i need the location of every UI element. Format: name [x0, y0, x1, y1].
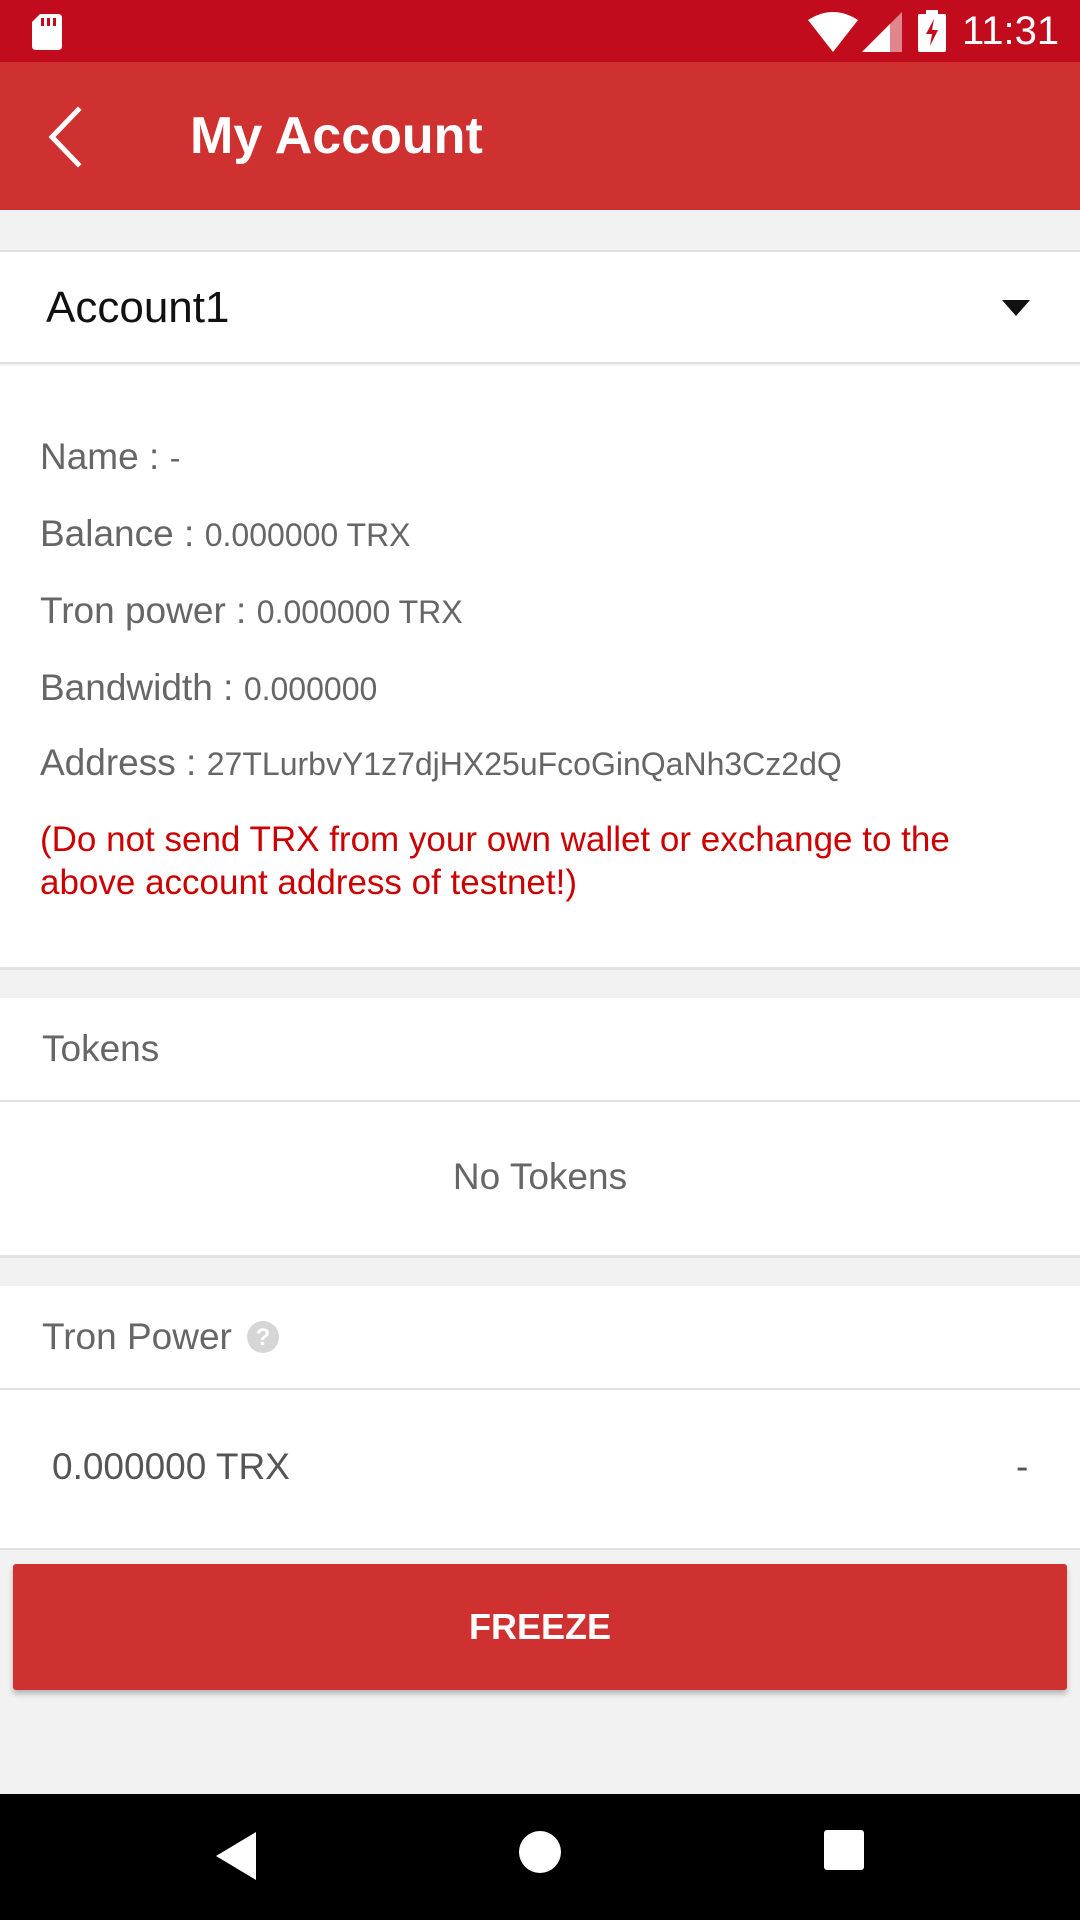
bandwidth-value: 0.000000 [243, 671, 378, 707]
tron-power-value: 0.000000 TRX [256, 594, 463, 630]
info-row-tron-power: Tron power : 0.000000 TRX [40, 590, 463, 638]
tokens-empty-text: No Tokens [452, 1156, 628, 1197]
tokens-section-header: Tokens [0, 998, 1080, 1102]
tron-power-section-header: Tron Power ? [0, 1286, 1080, 1390]
signal-icon [862, 12, 902, 52]
tron-power-amount: 0.000000 TRX [52, 1446, 290, 1487]
tron-power-header-label: Tron Power [42, 1316, 232, 1357]
balance-value: 0.000000 TRX [204, 517, 411, 553]
chevron-left-icon[interactable] [40, 102, 96, 172]
caret-down-icon [1002, 300, 1030, 316]
warning-line-1: (Do not send TRX from your own wallet or… [40, 820, 950, 859]
status-time: 11:31 [962, 9, 1060, 53]
nav-home-icon[interactable] [518, 1830, 562, 1874]
testnet-warning: (Do not send TRX from your own wallet or… [40, 818, 1050, 904]
balance-label: Balance : [40, 513, 195, 554]
info-row-address: Address : 27TLurbvY1z7djHX25uFcoGinQaNh3… [40, 742, 842, 790]
info-row-balance: Balance : 0.000000 TRX [40, 513, 411, 561]
tron-power-row: 0.000000 TRX - [0, 1390, 1080, 1550]
freeze-button-label: FREEZE [468, 1606, 611, 1647]
name-label: Name : [40, 436, 160, 477]
info-row-bandwidth: Bandwidth : 0.000000 [40, 667, 377, 715]
bandwidth-label: Bandwidth : [40, 667, 234, 708]
system-nav-bar [0, 1794, 1080, 1920]
app-bar: My Account [0, 62, 1080, 210]
wifi-icon [808, 12, 858, 52]
status-bar: 11:31 [0, 0, 1080, 62]
name-value: - [169, 440, 181, 476]
sd-card-icon [32, 14, 62, 50]
account-info-card: Name : - Balance : 0.000000 TRX Tron pow… [0, 366, 1080, 970]
tokens-list: No Tokens [0, 1102, 1080, 1258]
battery-charging-icon [918, 10, 946, 52]
warning-line-2: above account address of testnet!) [40, 863, 577, 902]
page-title: My Account [190, 107, 483, 165]
address-value[interactable]: 27TLurbvY1z7djHX25uFcoGinQaNh3Cz2dQ [207, 746, 842, 782]
account-dropdown-value: Account1 [46, 283, 230, 332]
tron-power-expiry: - [1016, 1446, 1029, 1487]
info-row-name: Name : - [40, 436, 180, 484]
address-label: Address : [40, 742, 197, 783]
nav-recents-icon[interactable] [824, 1830, 864, 1870]
account-dropdown[interactable]: Account1 [0, 250, 1080, 364]
tokens-header-label: Tokens [42, 1028, 160, 1069]
freeze-button[interactable]: FREEZE [13, 1564, 1067, 1690]
nav-back-icon[interactable] [214, 1830, 258, 1882]
tron-power-label: Tron power : [40, 590, 247, 631]
svg-text:?: ? [256, 1324, 271, 1351]
question-circle-icon[interactable]: ? [246, 1320, 280, 1354]
